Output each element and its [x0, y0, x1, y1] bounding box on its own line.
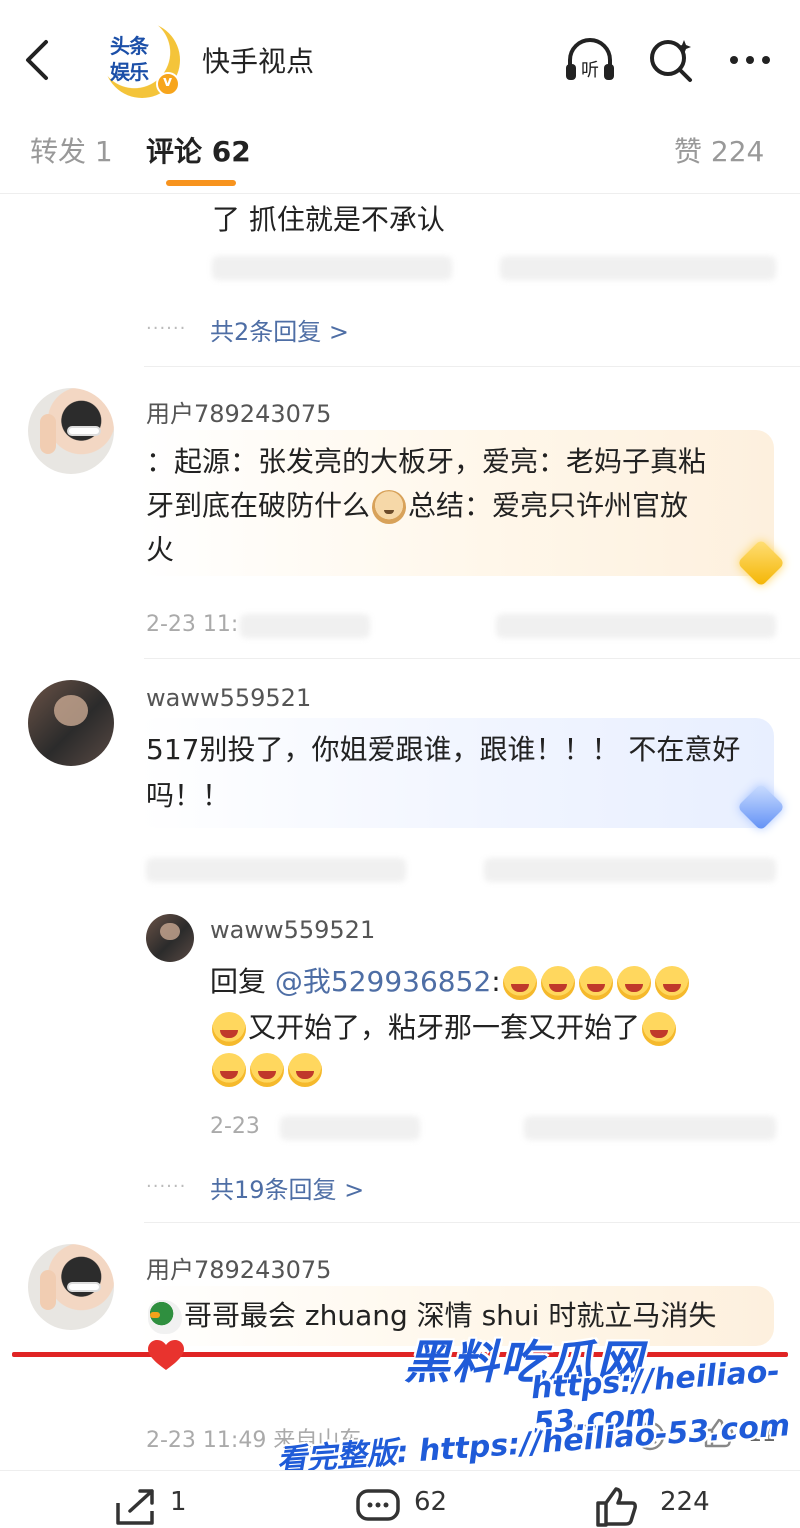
duck-emoji-icon: [148, 1300, 182, 1334]
headphones-listen-icon[interactable]: 听: [562, 34, 618, 86]
avatar-brand-text-1: 头条: [110, 34, 149, 58]
blurred-meta: [240, 614, 370, 638]
search-icon[interactable]: [644, 34, 700, 86]
reply-dots: ······: [146, 1176, 187, 1197]
laugh-cry-emoji-icon: [288, 1053, 322, 1087]
active-tab-indicator: [166, 180, 236, 186]
laugh-cry-emoji-icon: [642, 1012, 677, 1046]
laugh-cry-emoji-icon: [540, 966, 575, 1000]
comment-text: 火: [146, 533, 175, 566]
blurred-actions: [496, 614, 776, 638]
avatar[interactable]: [28, 680, 114, 766]
repost-count[interactable]: 1: [170, 1487, 187, 1517]
comment-text: 517别投了，你姐爱跟谁，跟谁！！！ 不在意好: [146, 733, 741, 766]
tab-repost[interactable]: 转发 1: [30, 130, 113, 170]
laugh-cry-emoji-icon: [578, 966, 613, 1000]
blurred-actions: [524, 1116, 776, 1140]
comment-timestamp: 2-23 11:: [146, 612, 239, 637]
divider: [144, 658, 800, 659]
avatar[interactable]: [28, 388, 114, 474]
tab-bar: 转发 1 评论 62 赞 224: [0, 104, 800, 194]
bottom-action-bar: 1 62 224: [0, 1470, 800, 1528]
back-arrow-icon[interactable]: [20, 36, 56, 84]
comment-feed[interactable]: 了 抓住就是不承认 ······ 共2条回复 > 用户789243075 ：起源…: [0, 194, 800, 1470]
laugh-cry-emoji-icon: [212, 1012, 246, 1046]
laugh-cry-emoji-icon: [654, 966, 689, 1000]
like-count-total[interactable]: 224: [660, 1487, 710, 1517]
view-replies-link[interactable]: 共19条回复 >: [210, 1170, 364, 1205]
divider: [144, 1222, 800, 1223]
tab-comments[interactable]: 评论 62: [146, 130, 251, 170]
repost-icon[interactable]: [112, 1483, 160, 1528]
reply-text: 回复 @我529936852:: [210, 960, 691, 1000]
comment-text: 了 抓住就是不承认: [212, 203, 445, 236]
laugh-cry-emoji-icon: [616, 966, 651, 1000]
red-line-overlay: [12, 1352, 788, 1357]
comment-count[interactable]: 62: [414, 1487, 447, 1517]
more-options-icon[interactable]: [724, 34, 780, 86]
verified-badge-icon: v: [156, 72, 180, 96]
laugh-cry-emoji-icon: [502, 966, 537, 1000]
comment-username[interactable]: 用户789243075: [146, 1250, 331, 1285]
avatar[interactable]: [146, 914, 194, 962]
reply-text: 又开始了，粘牙那一套又开始了: [210, 1006, 678, 1046]
blurred-meta: [280, 1116, 420, 1140]
tab-likes[interactable]: 赞 224: [674, 130, 764, 170]
laugh-cry-emoji-icon: [250, 1053, 284, 1087]
doge-emoji-icon: [372, 490, 407, 524]
reply-dots: ······: [146, 318, 187, 339]
blurred-actions: [484, 858, 776, 882]
blurred-meta: [146, 858, 406, 882]
reply-text: [210, 1052, 324, 1087]
laugh-cry-emoji-icon: [212, 1053, 246, 1087]
comment-text: 吗！！: [146, 779, 231, 812]
comment-text: 牙到底在破防什么 总结：爱亮只许州官放: [146, 489, 689, 524]
mention-link[interactable]: @我529936852: [275, 965, 491, 998]
view-replies-link[interactable]: 共2条回复 >: [210, 312, 349, 347]
avatar-brand-text-2: 娱乐: [110, 60, 149, 84]
comment-text: ：起源：张发亮的大板牙，爱亮：老妈子真粘: [146, 445, 707, 478]
divider: [144, 366, 800, 367]
svg-text:听: 听: [581, 60, 599, 81]
heart-icon: [148, 1340, 184, 1370]
reply-timestamp: 2-23: [210, 1114, 260, 1139]
blurred-meta: [212, 256, 452, 280]
comment-username[interactable]: waww559521: [146, 684, 311, 712]
comment-username[interactable]: 用户789243075: [146, 394, 331, 429]
avatar[interactable]: [28, 1244, 114, 1330]
top-bar: 头条 娱乐 v 快手视点 听: [0, 0, 800, 104]
reply-username[interactable]: waww559521: [210, 916, 375, 944]
like-icon[interactable]: [592, 1483, 640, 1528]
account-name[interactable]: 快手视点: [202, 40, 314, 80]
blurred-actions: [500, 256, 776, 280]
comment-icon[interactable]: [354, 1483, 402, 1528]
